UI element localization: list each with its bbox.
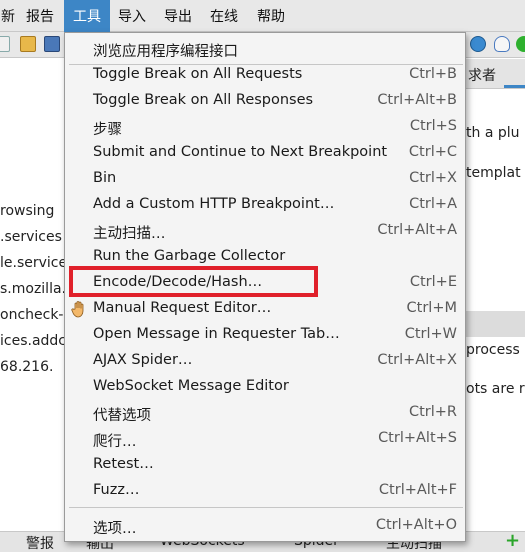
menu-item-shortcut: Ctrl+M <box>406 300 457 316</box>
menu-report[interactable]: 报告 <box>20 0 60 32</box>
menu-item-shortcut: Ctrl+C <box>408 144 457 160</box>
active-tab-indicator <box>504 85 525 88</box>
lightbulb-icon[interactable] <box>494 36 510 52</box>
menu-item-websocket-editor[interactable]: WebSocket Message Editor <box>65 374 465 400</box>
menu-bar: 新 报告 工具 导入 导出 在线 帮助 <box>0 0 525 32</box>
panel-text: ots are r <box>466 381 525 397</box>
menu-item-label: 代替选项 <box>93 408 151 424</box>
menu-item-shortcut: Ctrl+Alt+S <box>378 430 457 446</box>
menu-item-ajax-spider[interactable]: AJAX Spider… Ctrl+Alt+X <box>65 348 465 374</box>
menu-item-active-scan[interactable]: 主动扫描… Ctrl+Alt+A <box>65 218 465 244</box>
globe-icon[interactable] <box>470 36 486 52</box>
highlight-box <box>69 266 318 297</box>
menu-item-manual-request-editor[interactable]: Manual Request Editor… Ctrl+M <box>65 296 465 322</box>
menu-item-shortcut: Ctrl+R <box>408 404 457 420</box>
menu-item-bin[interactable]: Bin Ctrl+X <box>65 166 465 192</box>
menu-item-label: WebSocket Message Editor <box>93 378 289 394</box>
menu-item-label: Toggle Break on All Responses <box>93 92 314 108</box>
menu-item-break-requests[interactable]: Toggle Break on All Requests Ctrl+B <box>65 62 465 88</box>
open-folder-icon[interactable] <box>20 36 36 52</box>
add-tab-icon[interactable]: + <box>505 530 520 551</box>
menu-item-custom-breakpoint[interactable]: Add a Custom HTTP Breakpoint… Ctrl+A <box>65 192 465 218</box>
menu-item-label: Fuzz… <box>93 482 140 498</box>
menu-item-label: 选项… <box>93 521 137 537</box>
tree-node[interactable]: le.service <box>0 255 67 271</box>
menu-item-shortcut: Ctrl+Alt+X <box>377 352 457 368</box>
menu-help[interactable]: 帮助 <box>251 0 291 32</box>
tree-node[interactable]: .services <box>0 229 62 245</box>
menu-item-shortcut: Ctrl+Alt+B <box>377 92 457 108</box>
menu-item-label: Add a Custom HTTP Breakpoint… <box>93 196 335 212</box>
menu-item-shortcut: Ctrl+Alt+F <box>378 482 457 498</box>
menu-item-label: Retest… <box>93 456 154 472</box>
menu-item-shortcut: Ctrl+W <box>404 326 457 342</box>
tree-node[interactable]: 68.216. <box>0 359 53 375</box>
menu-item-label: Run the Garbage Collector <box>93 248 286 264</box>
menu-item-fuzz[interactable]: Fuzz… Ctrl+Alt+F <box>65 478 465 504</box>
menu-item-label: Bin <box>93 170 117 186</box>
menu-item-retest[interactable]: Retest… <box>65 452 465 478</box>
menu-item-step[interactable]: 步骤 Ctrl+S <box>65 114 465 140</box>
green-status-icon[interactable] <box>516 36 525 52</box>
new-session-icon[interactable] <box>0 36 10 52</box>
requester-tab[interactable]: 求者 <box>464 59 525 89</box>
tree-node[interactable]: ices.addc <box>0 333 66 349</box>
menu-item-shortcut: Ctrl+E <box>409 274 457 290</box>
tree-node[interactable]: oncheck- <box>0 307 63 323</box>
tree-node[interactable]: s.mozilla. <box>0 281 66 297</box>
menu-item-shortcut: Ctrl+A <box>409 196 457 212</box>
menu-item-shortcut: Ctrl+B <box>409 66 457 82</box>
menu-item-label: AJAX Spider… <box>93 352 193 368</box>
tab-alerts[interactable]: 警报 <box>26 533 54 552</box>
sites-tree-panel: rowsing .services le.service s.mozilla. … <box>0 59 67 531</box>
panel-text: templat <box>466 165 521 181</box>
menu-item-label: Submit and Continue to Next Breakpoint <box>93 144 388 160</box>
panel-text: process <box>466 342 520 358</box>
menu-item-label: 步骤 <box>93 122 122 138</box>
panel-text: th a plu <box>466 125 520 141</box>
menu-item-label: 主动扫描… <box>93 226 166 242</box>
menu-item-label: Open Message in Requester Tab… <box>93 326 340 342</box>
menu-item-shortcut: Ctrl+Alt+A <box>377 222 457 238</box>
save-icon[interactable] <box>44 36 60 52</box>
menu-item-label: 爬行… <box>93 434 137 450</box>
hand-icon <box>71 301 84 318</box>
menu-export[interactable]: 导出 <box>158 0 198 32</box>
menu-import[interactable]: 导入 <box>112 0 152 32</box>
menu-item-label: 浏览应用程序编程接口 <box>93 44 238 60</box>
requester-tab-label: 求者 <box>468 68 496 84</box>
menu-tools[interactable]: 工具 <box>64 0 110 32</box>
menu-item-options[interactable]: 选项… Ctrl+Alt+O <box>65 513 465 539</box>
workspace-panel: 求者 th a plu templat process ots are r <box>464 59 525 531</box>
menu-online[interactable]: 在线 <box>204 0 244 32</box>
menu-item-label: Toggle Break on All Requests <box>93 66 303 82</box>
menu-file[interactable]: 新 <box>0 0 18 32</box>
menu-item-shortcut: Ctrl+Alt+O <box>375 517 457 533</box>
menu-separator <box>69 507 463 508</box>
menu-item-break-responses[interactable]: Toggle Break on All Responses Ctrl+Alt+B <box>65 88 465 114</box>
menu-item-shortcut: Ctrl+S <box>409 118 457 134</box>
tree-node[interactable]: rowsing <box>0 203 54 219</box>
panel-divider <box>464 311 525 337</box>
menu-item-submit-continue[interactable]: Submit and Continue to Next Breakpoint C… <box>65 140 465 166</box>
menu-item-spider[interactable]: 爬行… Ctrl+Alt+S <box>65 426 465 452</box>
menu-item-browse-api[interactable]: 浏览应用程序编程接口 <box>65 36 465 62</box>
menu-item-replacer-options[interactable]: 代替选项 Ctrl+R <box>65 400 465 426</box>
menu-item-label: Manual Request Editor… <box>93 300 272 316</box>
menu-item-shortcut: Ctrl+X <box>409 170 457 186</box>
menu-item-open-in-requester[interactable]: Open Message in Requester Tab… Ctrl+W <box>65 322 465 348</box>
